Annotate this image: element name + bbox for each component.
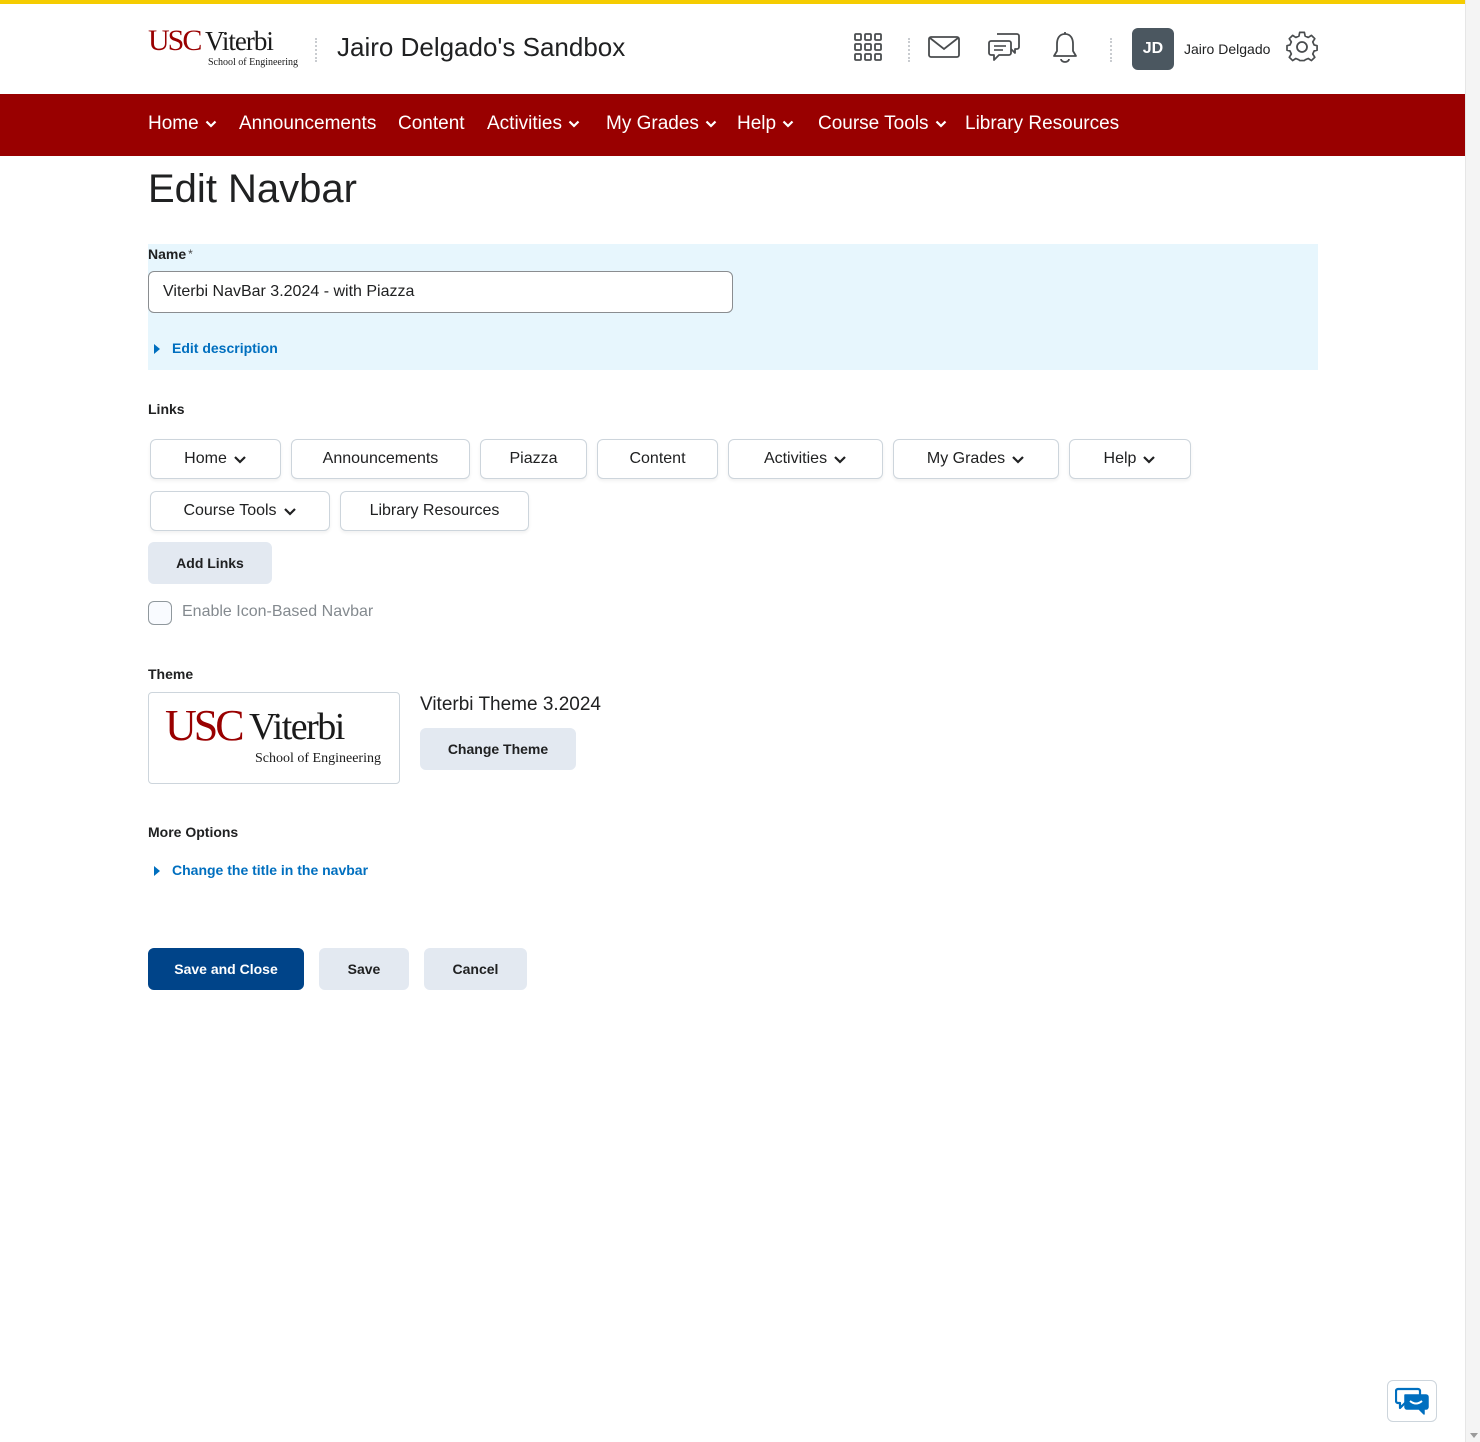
chevron-down-icon: [705, 120, 717, 128]
edit-description-toggle[interactable]: Edit description: [148, 339, 278, 357]
save-and-close-button[interactable]: Save and Close: [148, 948, 304, 990]
nav-item-library-resources[interactable]: Library Resources: [965, 112, 1119, 136]
change-title-toggle[interactable]: Change the title in the navbar: [148, 861, 368, 879]
link-chip-my-grades[interactable]: My Grades: [893, 439, 1059, 479]
change-title-label: Change the title in the navbar: [172, 862, 369, 878]
nav-item-label: Content: [398, 113, 465, 134]
link-chip-activities[interactable]: Activities: [728, 439, 883, 479]
theme-name: Viterbi Theme 3.2024: [420, 694, 601, 715]
link-chip-label: Home: [184, 450, 227, 467]
theme-label: Theme: [148, 666, 194, 682]
chevron-down-icon: [205, 120, 216, 128]
icon-navbar-checkbox[interactable]: [148, 601, 172, 625]
scroll-down-arrow-icon[interactable]: [1470, 1433, 1478, 1438]
link-chip-piazza[interactable]: Piazza: [480, 439, 587, 479]
link-chip-label: Library Resources: [369, 502, 500, 519]
nav-item-my-grades[interactable]: My Grades: [606, 112, 717, 136]
chevron-down-icon: [234, 455, 246, 464]
name-label: Name *: [148, 245, 193, 263]
add-links-button[interactable]: Add Links: [148, 542, 272, 584]
discussions-icon[interactable]: [987, 30, 1021, 64]
link-chip-announcements[interactable]: Announcements: [291, 439, 470, 479]
header-divider: [315, 38, 317, 62]
name-label-text: Name: [148, 246, 187, 262]
nav-item-home[interactable]: Home: [148, 112, 217, 136]
link-chip-label: Activities: [763, 450, 828, 467]
icon-navbar-label: Enable Icon-Based Navbar: [182, 603, 374, 620]
chat-icon: [1395, 1387, 1429, 1415]
link-chip-content[interactable]: Content: [597, 439, 718, 479]
chevron-down-icon: [1012, 455, 1024, 464]
logo-viterbi-text: Viterbi: [249, 706, 345, 748]
edit-description-label: Edit description: [172, 340, 278, 356]
usc-viterbi-logo[interactable]: USC Viterbi School of Engineering: [148, 26, 298, 72]
user-name[interactable]: Jairo Delgado: [1184, 40, 1270, 58]
chevron-down-icon: [834, 455, 846, 464]
link-chip-library-resources[interactable]: Library Resources: [340, 491, 529, 531]
save-button[interactable]: Save: [319, 948, 409, 990]
link-chip-label: Piazza: [509, 450, 558, 467]
link-chip-label: Course Tools: [183, 502, 277, 519]
nav-item-label: Home: [148, 113, 199, 134]
nav-item-label: Help: [737, 113, 777, 134]
logo-usc-text: USC: [165, 701, 245, 750]
link-chip-label: Help: [1103, 450, 1137, 467]
course-title[interactable]: Jairo Delgado's Sandbox: [337, 32, 625, 62]
gear-icon[interactable]: [1285, 30, 1319, 64]
page-title: Edit Navbar: [148, 167, 357, 211]
link-chip-course-tools[interactable]: Course Tools: [150, 491, 330, 531]
more-options-label: More Options: [148, 824, 239, 840]
caret-right-icon: [154, 344, 160, 354]
nav-item-label: My Grades: [606, 113, 699, 134]
required-marker: *: [188, 247, 193, 261]
change-theme-button[interactable]: Change Theme: [420, 728, 576, 770]
vertical-scrollbar[interactable]: [1465, 0, 1480, 1442]
navbar-name-input[interactable]: [148, 271, 733, 313]
link-chip-home[interactable]: Home: [150, 439, 281, 479]
nav-item-label: Course Tools: [818, 113, 929, 134]
logo-subtitle: School of Engineering: [255, 751, 381, 766]
nav-item-help[interactable]: Help: [737, 112, 794, 136]
nav-item-course-tools[interactable]: Course Tools: [818, 112, 947, 136]
header-divider: [1110, 38, 1112, 62]
chevron-down-icon: [283, 507, 296, 516]
link-chip-label: Content: [629, 450, 686, 467]
chevron-down-icon: [1143, 455, 1156, 464]
logo-viterbi-text: Viterbi: [205, 26, 274, 56]
link-chip-label: My Grades: [926, 450, 1006, 467]
nav-item-label: Library Resources: [965, 113, 1120, 134]
link-chip-help[interactable]: Help: [1069, 439, 1191, 479]
nav-item-activities[interactable]: Activities: [487, 112, 580, 136]
link-chip-label: Announcements: [322, 450, 439, 467]
logo-usc-text: USC: [148, 24, 202, 57]
cancel-button[interactable]: Cancel: [424, 948, 527, 990]
apps-grid-icon[interactable]: [851, 30, 885, 64]
user-avatar[interactable]: JD: [1132, 28, 1174, 70]
chevron-down-icon: [935, 120, 946, 128]
nav-item-label: Announcements: [239, 113, 377, 134]
caret-right-icon: [154, 866, 160, 876]
mail-icon[interactable]: [927, 30, 961, 64]
chevron-down-icon: [568, 120, 580, 128]
chevron-down-icon: [782, 120, 794, 128]
header: USC Viterbi School of Engineering Jairo …: [0, 4, 1465, 94]
course-navbar: Home Announcements Content Activities My…: [0, 94, 1465, 156]
bell-icon[interactable]: [1048, 30, 1082, 64]
nav-item-announcements[interactable]: Announcements: [239, 112, 376, 136]
theme-preview-logo: USC Viterbi School of Engineering: [148, 692, 400, 784]
links-label: Links: [148, 401, 185, 417]
logo-subtitle: School of Engineering: [208, 57, 298, 68]
nav-item-label: Activities: [487, 113, 562, 134]
chat-help-button[interactable]: [1387, 1380, 1437, 1422]
header-divider: [908, 38, 910, 62]
nav-item-content[interactable]: Content: [398, 112, 465, 136]
